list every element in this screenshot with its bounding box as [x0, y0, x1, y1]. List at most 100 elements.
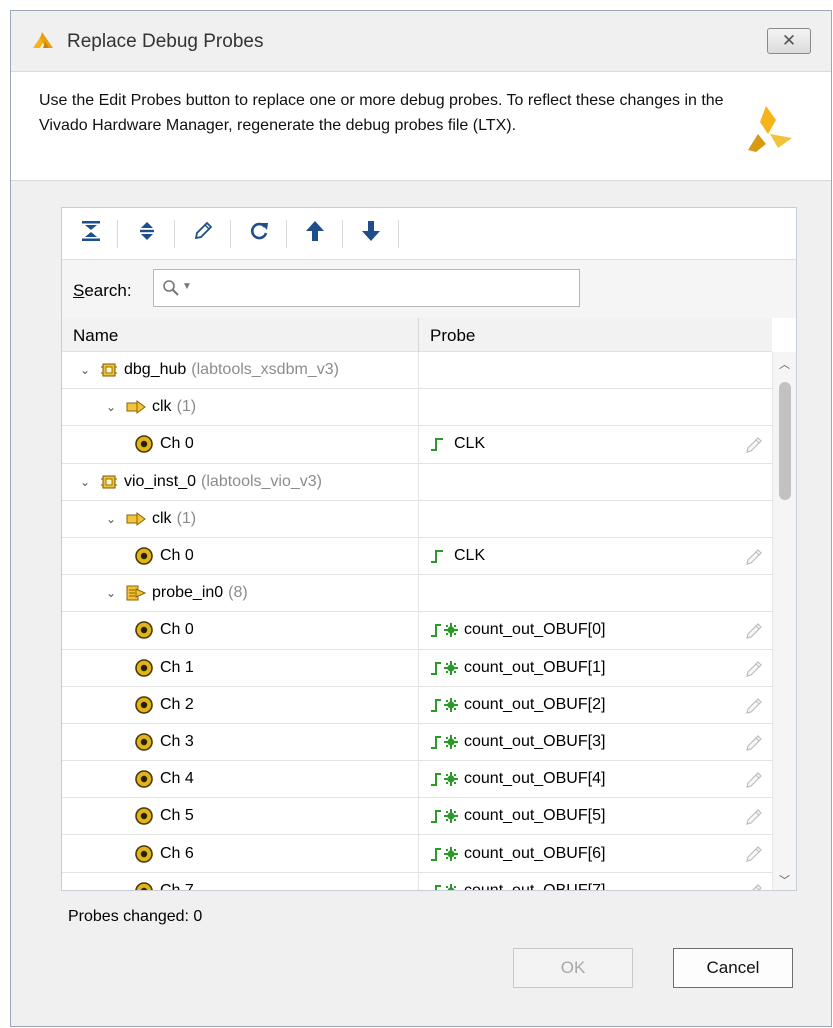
edit-probes-button[interactable]: [190, 220, 216, 246]
probe-name: count_out_OBUF[1]: [464, 658, 606, 676]
refresh-button[interactable]: [246, 220, 272, 246]
close-icon: ✕: [781, 31, 797, 50]
probe-cell: count_out_OBUF[5]: [430, 798, 605, 834]
edit-probe-icon[interactable]: [744, 734, 764, 757]
column-divider: [418, 761, 419, 798]
chevron-down-icon[interactable]: ⌄: [102, 512, 120, 526]
row-name: Ch 2: [160, 695, 194, 713]
edit-probe-icon[interactable]: [744, 883, 764, 890]
column-divider: [418, 649, 419, 686]
column-header-probe[interactable]: Probe: [430, 326, 475, 346]
row-name: dbg_hub: [124, 361, 187, 379]
clock-signal-icon: [430, 548, 446, 564]
table-row[interactable]: Ch 0 CLK: [62, 426, 772, 464]
move-down-icon: [361, 220, 381, 247]
toolbar-separator: [286, 220, 287, 248]
cancel-button[interactable]: Cancel: [673, 948, 793, 988]
edit-probe-icon[interactable]: [744, 845, 764, 868]
chevron-down-icon[interactable]: ⌄: [102, 586, 120, 600]
column-header-name[interactable]: Name: [73, 326, 118, 346]
probe-name: CLK: [454, 435, 486, 453]
channel-icon: [134, 546, 154, 566]
table-row[interactable]: Ch 1 count_out_OBUF[1]: [62, 649, 772, 687]
toolbar-separator: [398, 220, 399, 248]
edit-probe-icon[interactable]: [744, 622, 764, 645]
name-cell: Ch 0: [134, 538, 194, 574]
probe-cell: count_out_OBUF[6]: [430, 835, 605, 871]
edit-probe-icon[interactable]: [744, 660, 764, 683]
move-up-button[interactable]: [302, 220, 328, 246]
table-row[interactable]: Ch 6 count_out_OBUF[6]: [62, 835, 772, 873]
collapse-all-button[interactable]: [78, 220, 104, 246]
row-name: clk: [152, 398, 172, 416]
row-detail: (1): [176, 398, 197, 416]
row-name: Ch 6: [160, 844, 194, 862]
channel-icon: [134, 806, 154, 826]
edit-probe-icon[interactable]: [744, 771, 764, 794]
chevron-down-icon[interactable]: ⌄: [102, 400, 120, 414]
chevron-down-icon[interactable]: ⌄: [76, 475, 94, 489]
probe-name: count_out_OBUF[6]: [464, 844, 606, 862]
scroll-up-icon[interactable]: ︿: [779, 356, 790, 372]
channel-icon: [134, 695, 154, 715]
scrollbar-thumb[interactable]: [779, 382, 791, 500]
probes-changed-status: Probes changed: 0: [68, 908, 203, 925]
table-row[interactable]: ⌄ dbg_hub (labtools_xsdbm_v3): [62, 352, 772, 390]
edit-probe-icon[interactable]: [744, 548, 764, 571]
net-signal-icon: [430, 771, 462, 787]
probe-name: count_out_OBUF[2]: [464, 695, 606, 713]
row-detail: (labtools_xsdbm_v3): [191, 361, 339, 379]
scroll-down-icon[interactable]: ﹀: [779, 872, 790, 888]
table-row[interactable]: Ch 7 count_out_OBUF[7]: [62, 872, 772, 890]
edit-probe-icon[interactable]: [744, 436, 764, 459]
search-input[interactable]: ▼: [153, 269, 580, 307]
table-row[interactable]: ⌄ clk (1): [62, 389, 772, 427]
column-divider: [418, 872, 419, 890]
table-row[interactable]: ⌄ probe_in0 (8): [62, 575, 772, 613]
name-cell: ⌄ probe_in0 (8): [102, 575, 248, 611]
net-signal-icon: [430, 697, 462, 713]
xilinx-brand-icon: [744, 104, 796, 159]
probe-cell: count_out_OBUF[2]: [430, 687, 605, 723]
edit-probe-icon[interactable]: [744, 697, 764, 720]
ok-button[interactable]: OK: [513, 948, 633, 988]
replace-debug-probes-dialog: Replace Debug Probes ✕ Use the Edit Prob…: [10, 10, 832, 1027]
table-row[interactable]: Ch 5 count_out_OBUF[5]: [62, 798, 772, 836]
row-name: Ch 4: [160, 770, 194, 788]
net-signal-icon: [430, 883, 462, 890]
table-row[interactable]: ⌄ vio_inst_0 (labtools_vio_v3): [62, 463, 772, 501]
title-bar: Replace Debug Probes ✕: [11, 11, 831, 71]
close-button[interactable]: ✕: [767, 28, 811, 54]
port-icon: [126, 400, 146, 415]
channel-icon: [134, 434, 154, 454]
table-row[interactable]: Ch 3 count_out_OBUF[3]: [62, 723, 772, 762]
table-row[interactable]: Ch 0 count_out_OBUF[0]: [62, 612, 772, 650]
row-name: vio_inst_0: [124, 472, 197, 490]
move-down-button[interactable]: [358, 220, 384, 246]
table-row[interactable]: Ch 0 CLK: [62, 537, 772, 576]
table-row[interactable]: ⌄ clk (1): [62, 500, 772, 538]
column-divider: [418, 389, 419, 426]
column-divider[interactable]: [418, 318, 419, 352]
edit-probe-icon[interactable]: [744, 808, 764, 831]
table-row[interactable]: Ch 4 count_out_OBUF[4]: [62, 761, 772, 799]
window-title: Replace Debug Probes: [67, 31, 264, 52]
name-cell: Ch 3: [134, 724, 194, 760]
probe-name: count_out_OBUF[0]: [464, 621, 606, 639]
vertical-scrollbar[interactable]: ︿ ﹀: [772, 352, 796, 890]
probe-cell: CLK: [430, 538, 485, 574]
channel-icon: [134, 620, 154, 640]
row-name: Ch 1: [160, 658, 194, 676]
probe-name: count_out_OBUF[5]: [464, 807, 606, 825]
table-row[interactable]: Ch 2 count_out_OBUF[2]: [62, 686, 772, 724]
toolbar-separator: [342, 220, 343, 248]
expand-all-button[interactable]: [134, 220, 160, 246]
probe-tree: ⌄ dbg_hub (labtools_xsdbm_v3) ⌄ clk (1) Ch 0 CL…: [62, 352, 772, 890]
name-cell: Ch 0: [134, 426, 194, 462]
column-divider: [418, 612, 419, 649]
move-up-icon: [305, 220, 325, 247]
chevron-down-icon[interactable]: ⌄: [76, 363, 94, 377]
toolbar-separator: [117, 220, 118, 248]
search-label: Search:: [73, 281, 132, 300]
probe-name: CLK: [454, 547, 486, 565]
